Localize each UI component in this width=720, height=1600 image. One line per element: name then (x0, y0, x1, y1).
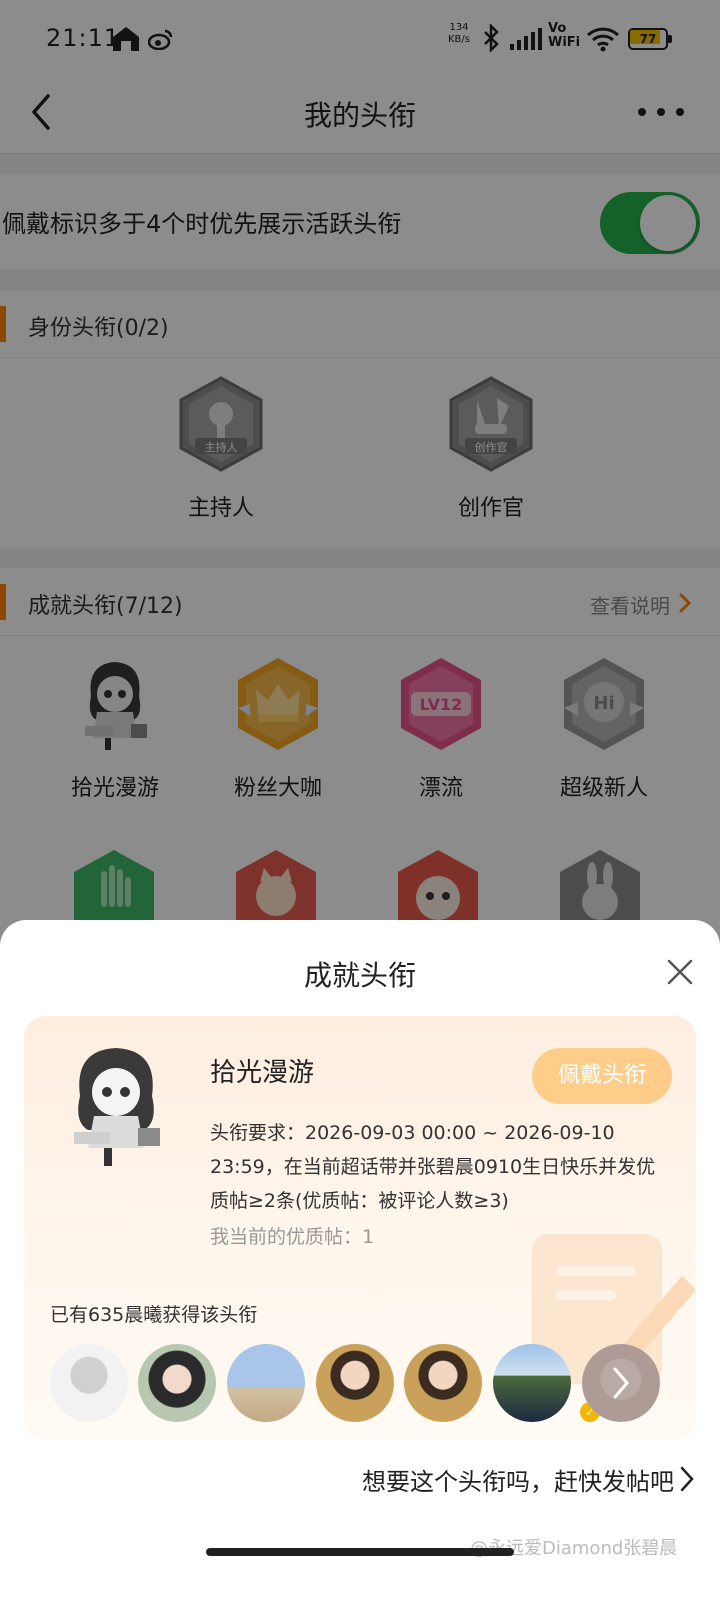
achievement-detail-sheet: 成就头衔 拾光漫游 佩戴头衔 头衔要求：2026-09-03 00:00 ~ 2… (0, 920, 720, 1600)
sheet-title: 成就头衔 (303, 959, 416, 992)
avatar[interactable] (316, 1344, 394, 1422)
watermark: @永远爱Diamond张碧晨 (470, 1538, 678, 1559)
close-icon[interactable] (666, 958, 694, 986)
post-cta-link[interactable]: 想要这个头衔吗，赶快发帖吧 (362, 1462, 674, 1497)
chibi-girl-badge-icon (74, 1048, 160, 1166)
badge-detail-card: 拾光漫游 佩戴头衔 头衔要求：2026-09-03 00:00 ~ 2026-0… (24, 1016, 696, 1440)
avatar[interactable] (493, 1344, 571, 1422)
avatar[interactable] (227, 1344, 305, 1422)
avatar[interactable] (138, 1344, 216, 1422)
wear-badge-button[interactable]: 佩戴头衔 (532, 1048, 672, 1104)
owner-avatars: ✓ (50, 1344, 690, 1424)
avatar[interactable] (404, 1344, 482, 1422)
chevron-right-icon[interactable] (680, 1466, 694, 1492)
badge-title: 拾光漫游 (210, 1058, 315, 1088)
chevron-right-icon (613, 1367, 629, 1399)
home-indicator[interactable] (206, 1548, 514, 1556)
more-avatars-button[interactable] (582, 1344, 660, 1422)
owners-count: 已有635晨曦获得该头衔 (50, 1304, 258, 1326)
badge-requirement: 头衔要求：2026-09-03 00:00 ~ 2026-09-10 23:59… (210, 1122, 656, 1212)
avatar[interactable] (50, 1344, 128, 1422)
current-quality-posts: 我当前的优质帖：1 (210, 1226, 375, 1248)
